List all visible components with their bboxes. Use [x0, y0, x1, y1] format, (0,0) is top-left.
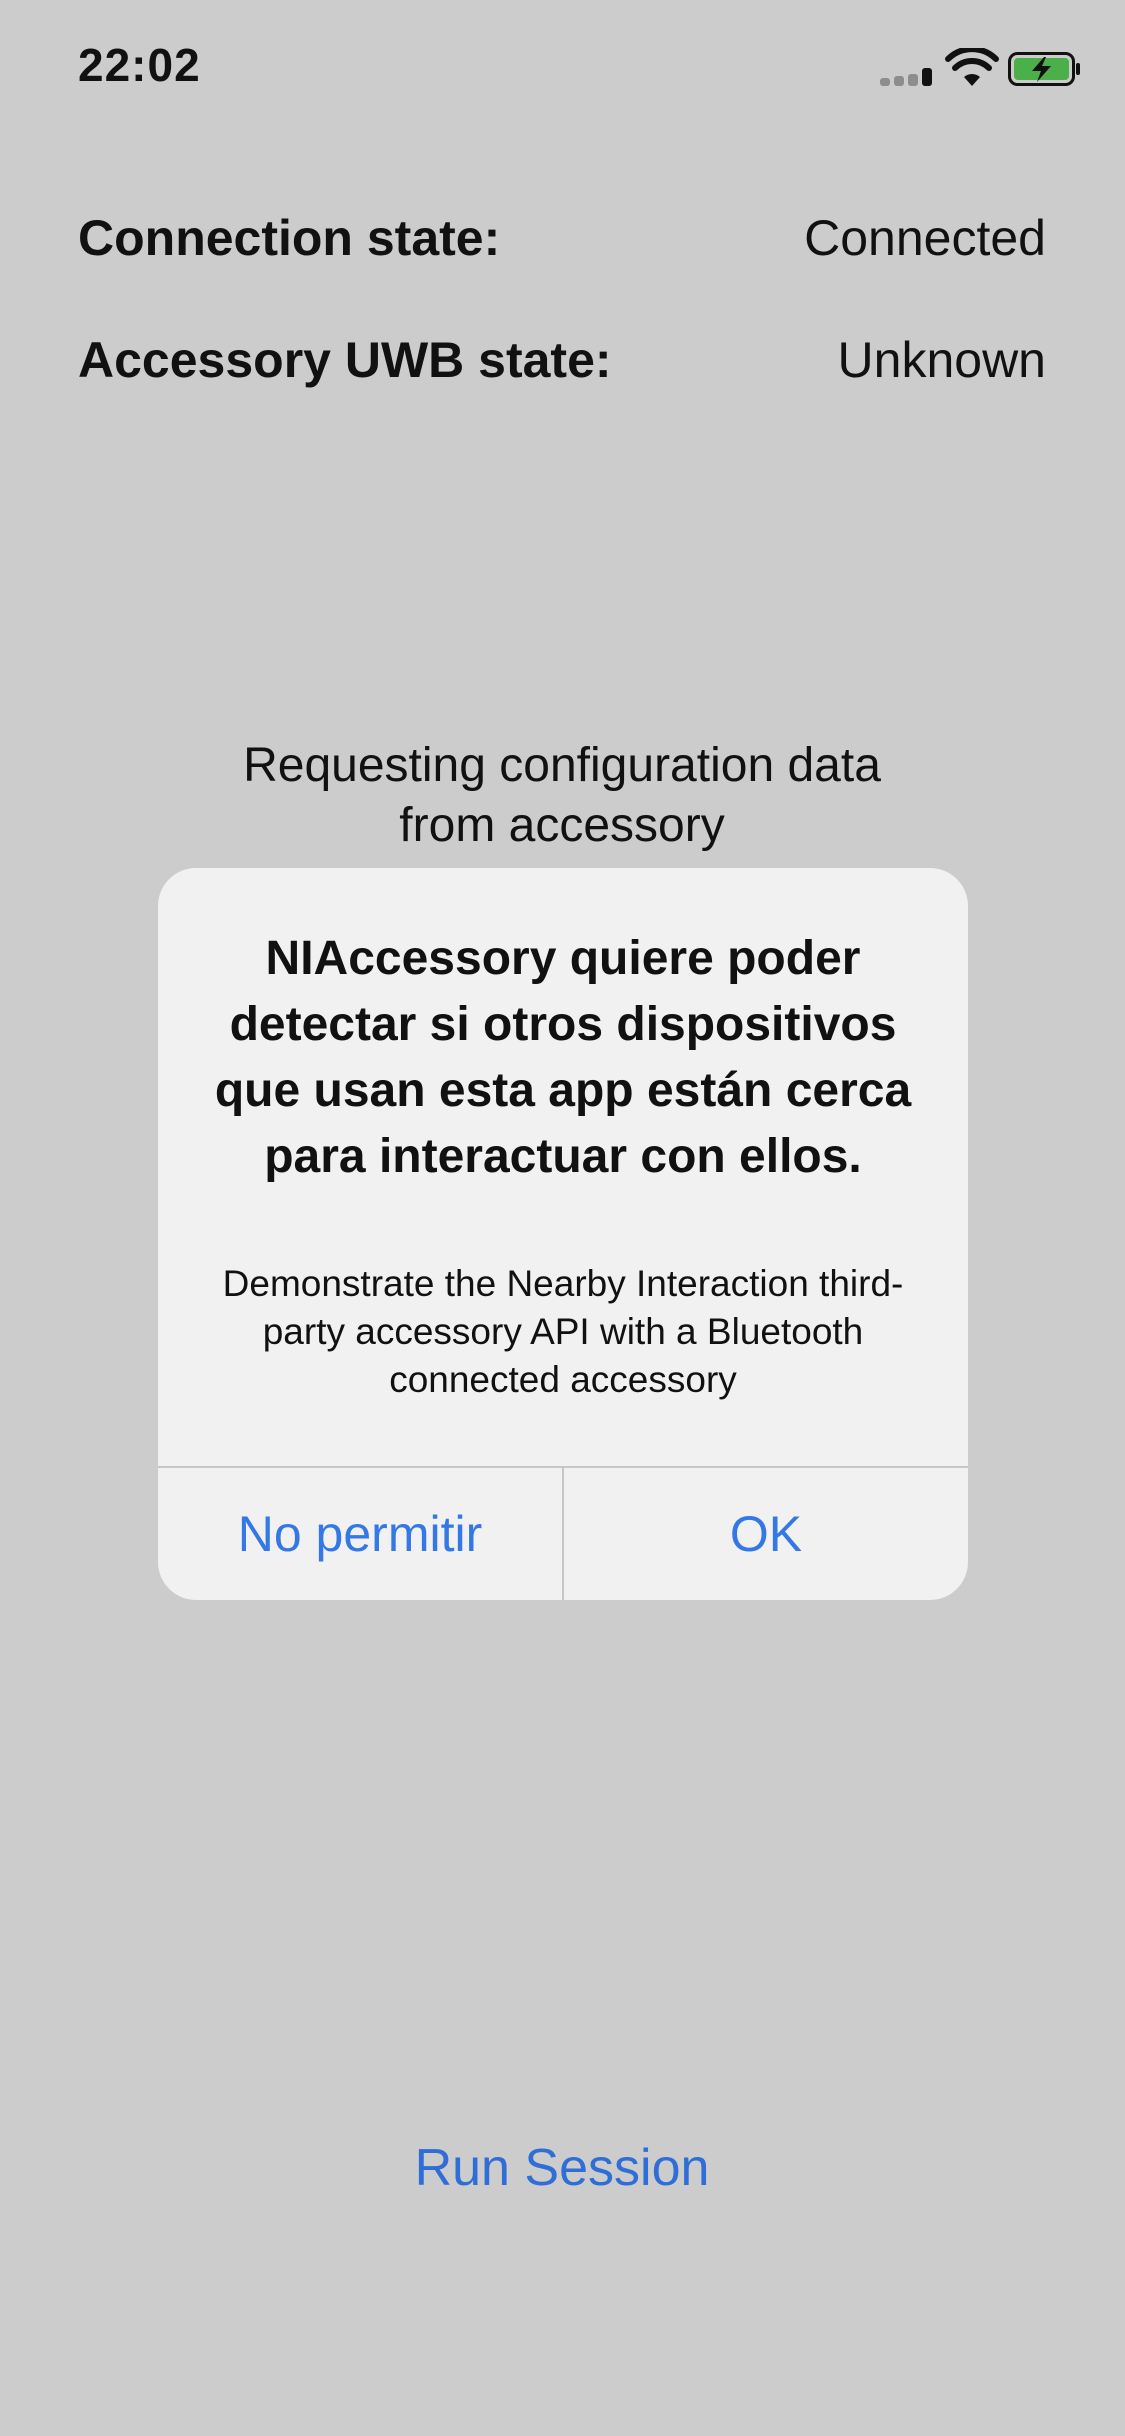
uwb-state-row: Accessory UWB state: Unknown: [78, 330, 1046, 390]
permission-alert: NIAccessory quiere poder detectar si otr…: [158, 868, 968, 1600]
wifi-icon: [945, 48, 999, 86]
app-screen: 22:02 Connection state: Connected Access…: [0, 0, 1125, 2436]
connection-state-row: Connection state: Connected: [78, 208, 1046, 268]
requesting-line-1: Requesting configuration data: [243, 739, 881, 792]
connection-state-value: Connected: [804, 210, 1046, 266]
status-time: 22:02: [78, 39, 201, 91]
uwb-state-label: Accessory UWB state:: [78, 332, 612, 388]
deny-button[interactable]: No permitir: [158, 1468, 562, 1600]
run-session-button[interactable]: Run Session: [312, 2138, 812, 2198]
ok-button[interactable]: OK: [564, 1468, 968, 1600]
alert-title: NIAccessory quiere poder detectar si otr…: [214, 932, 912, 1183]
requesting-line-2: from accessory: [399, 799, 725, 852]
requesting-status-text: Requesting configuration data from acces…: [112, 736, 1012, 856]
battery-charging-icon: [1008, 52, 1080, 86]
alert-message: Demonstrate the Nearby Interaction third…: [222, 1263, 904, 1400]
connection-state-label: Connection state:: [78, 210, 501, 266]
cellular-signal-icon: [880, 68, 936, 86]
uwb-state-value: Unknown: [837, 332, 1046, 388]
